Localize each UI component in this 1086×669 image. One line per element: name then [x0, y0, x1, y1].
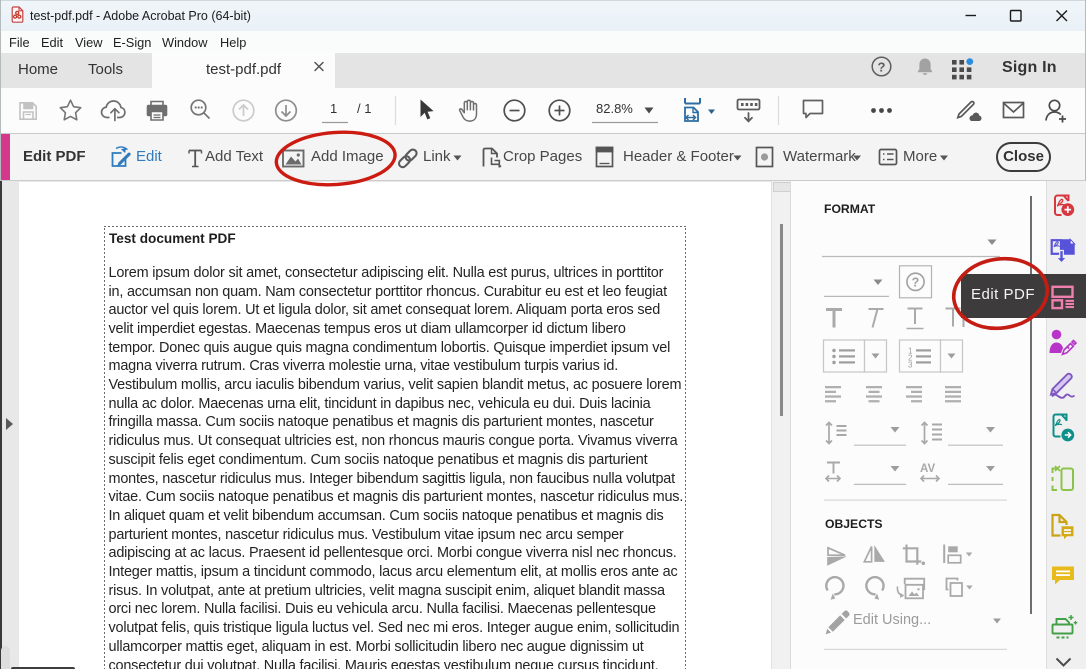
svg-text:?: ?: [878, 59, 886, 74]
